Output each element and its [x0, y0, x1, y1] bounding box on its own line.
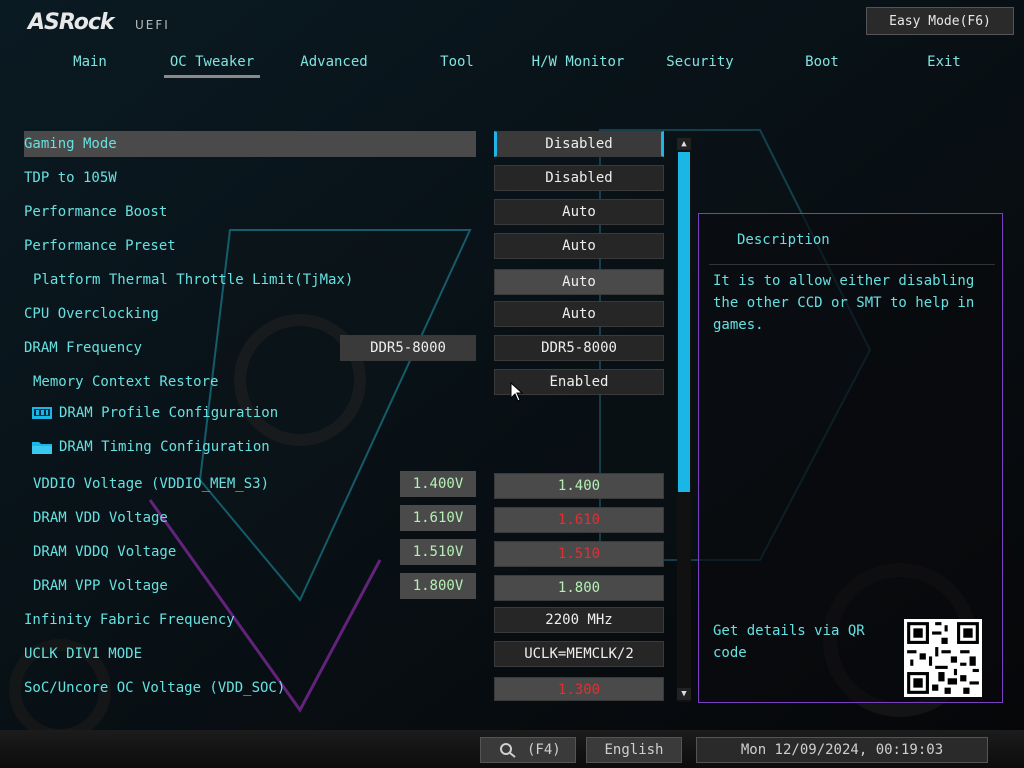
scrollbar-thumb[interactable]	[678, 152, 690, 492]
thermal-limit-value[interactable]: Auto	[494, 269, 664, 295]
tab-main[interactable]: Main	[60, 54, 120, 74]
uclk-div1-value[interactable]: UCLK=MEMCLK/2	[494, 641, 664, 667]
folder-icon	[32, 442, 52, 454]
setting-performance-preset[interactable]: Performance Preset	[24, 233, 176, 259]
tab-oc-tweaker[interactable]: OC Tweaker	[164, 54, 260, 74]
qr-code-icon	[904, 619, 982, 697]
dram-vpp-current: 1.800V	[400, 573, 476, 599]
performance-boost-value[interactable]: Auto	[494, 199, 664, 225]
active-tab-indicator	[164, 75, 260, 78]
search-shortcut: (F4)	[527, 742, 561, 758]
description-divider	[709, 264, 995, 265]
tab-hw-monitor[interactable]: H/W Monitor	[530, 54, 626, 74]
soc-voltage-value[interactable]: 1.300	[494, 677, 664, 701]
tab-boot[interactable]: Boot	[800, 54, 844, 74]
dram-frequency-current: DDR5-8000	[340, 335, 476, 361]
vddio-value[interactable]: 1.400	[494, 473, 664, 499]
setting-dram-vdd[interactable]: DRAM VDD Voltage	[33, 505, 168, 531]
setting-gaming-mode[interactable]: Gaming Mode	[24, 131, 117, 157]
language-button[interactable]: English	[586, 737, 682, 763]
datetime-display: Mon 12/09/2024, 00:19:03	[696, 737, 988, 763]
tab-security[interactable]: Security	[664, 54, 736, 74]
setting-performance-boost[interactable]: Performance Boost	[24, 199, 167, 225]
scroll-up-arrow-icon[interactable]: ▲	[677, 138, 691, 150]
dram-vddq-current: 1.510V	[400, 539, 476, 565]
qr-caption: Get details via QR code	[713, 623, 865, 661]
tab-exit[interactable]: Exit	[920, 54, 968, 74]
vddio-current: 1.400V	[400, 471, 476, 497]
setting-infinity-fabric[interactable]: Infinity Fabric Frequency	[24, 607, 235, 633]
search-icon	[500, 743, 516, 758]
dram-profile-label: DRAM Profile Configuration	[59, 405, 279, 421]
performance-preset-value[interactable]: Auto	[494, 233, 664, 259]
setting-dram-vddq[interactable]: DRAM VDDQ Voltage	[33, 539, 176, 565]
setting-dram-frequency[interactable]: DRAM Frequency	[24, 335, 142, 361]
setting-soc-voltage[interactable]: SoC/Uncore OC Voltage (VDD_SOC)	[24, 675, 285, 701]
setting-uclk-div1[interactable]: UCLK DIV1 MODE	[24, 641, 142, 667]
easy-mode-button[interactable]: Easy Mode(F6)	[866, 7, 1014, 35]
tdp-105w-value[interactable]: Disabled	[494, 165, 664, 191]
dram-vpp-value[interactable]: 1.800	[494, 575, 664, 601]
mouse-cursor-icon	[510, 382, 524, 402]
setting-thermal-limit[interactable]: Platform Thermal Throttle Limit(TjMax)	[33, 267, 353, 293]
tab-tool[interactable]: Tool	[430, 54, 484, 74]
description-text: It is to allow either disabling the othe…	[713, 273, 975, 333]
scroll-down-arrow-icon[interactable]: ▼	[677, 688, 691, 700]
dram-frequency-value[interactable]: DDR5-8000	[494, 335, 664, 361]
gaming-mode-value[interactable]: Disabled	[494, 131, 664, 157]
search-button[interactable]: (F4)	[480, 737, 576, 763]
tab-advanced[interactable]: Advanced	[292, 54, 376, 74]
dram-vddq-value[interactable]: 1.510	[494, 541, 664, 567]
setting-vddio-voltage[interactable]: VDDIO Voltage (VDDIO_MEM_S3)	[33, 471, 269, 497]
dram-vdd-value[interactable]: 1.610	[494, 507, 664, 533]
brand-sub: UEFI	[135, 18, 170, 32]
dram-vdd-current: 1.610V	[400, 505, 476, 531]
setting-memory-context-restore[interactable]: Memory Context Restore	[33, 369, 218, 395]
setting-dram-vpp[interactable]: DRAM VPP Voltage	[33, 573, 168, 599]
description-panel: Description It is to allow either disabl…	[698, 213, 1003, 703]
memory-module-icon	[32, 407, 52, 419]
infinity-fabric-value[interactable]: 2200 MHz	[494, 607, 664, 633]
setting-cpu-overclocking[interactable]: CPU Overclocking	[24, 301, 159, 327]
dram-timing-label: DRAM Timing Configuration	[59, 439, 270, 455]
cpu-overclocking-value[interactable]: Auto	[494, 301, 664, 327]
description-title: Description	[737, 232, 830, 248]
setting-tdp-105w[interactable]: TDP to 105W	[24, 165, 117, 191]
brand-logo: ASRock	[28, 10, 115, 35]
